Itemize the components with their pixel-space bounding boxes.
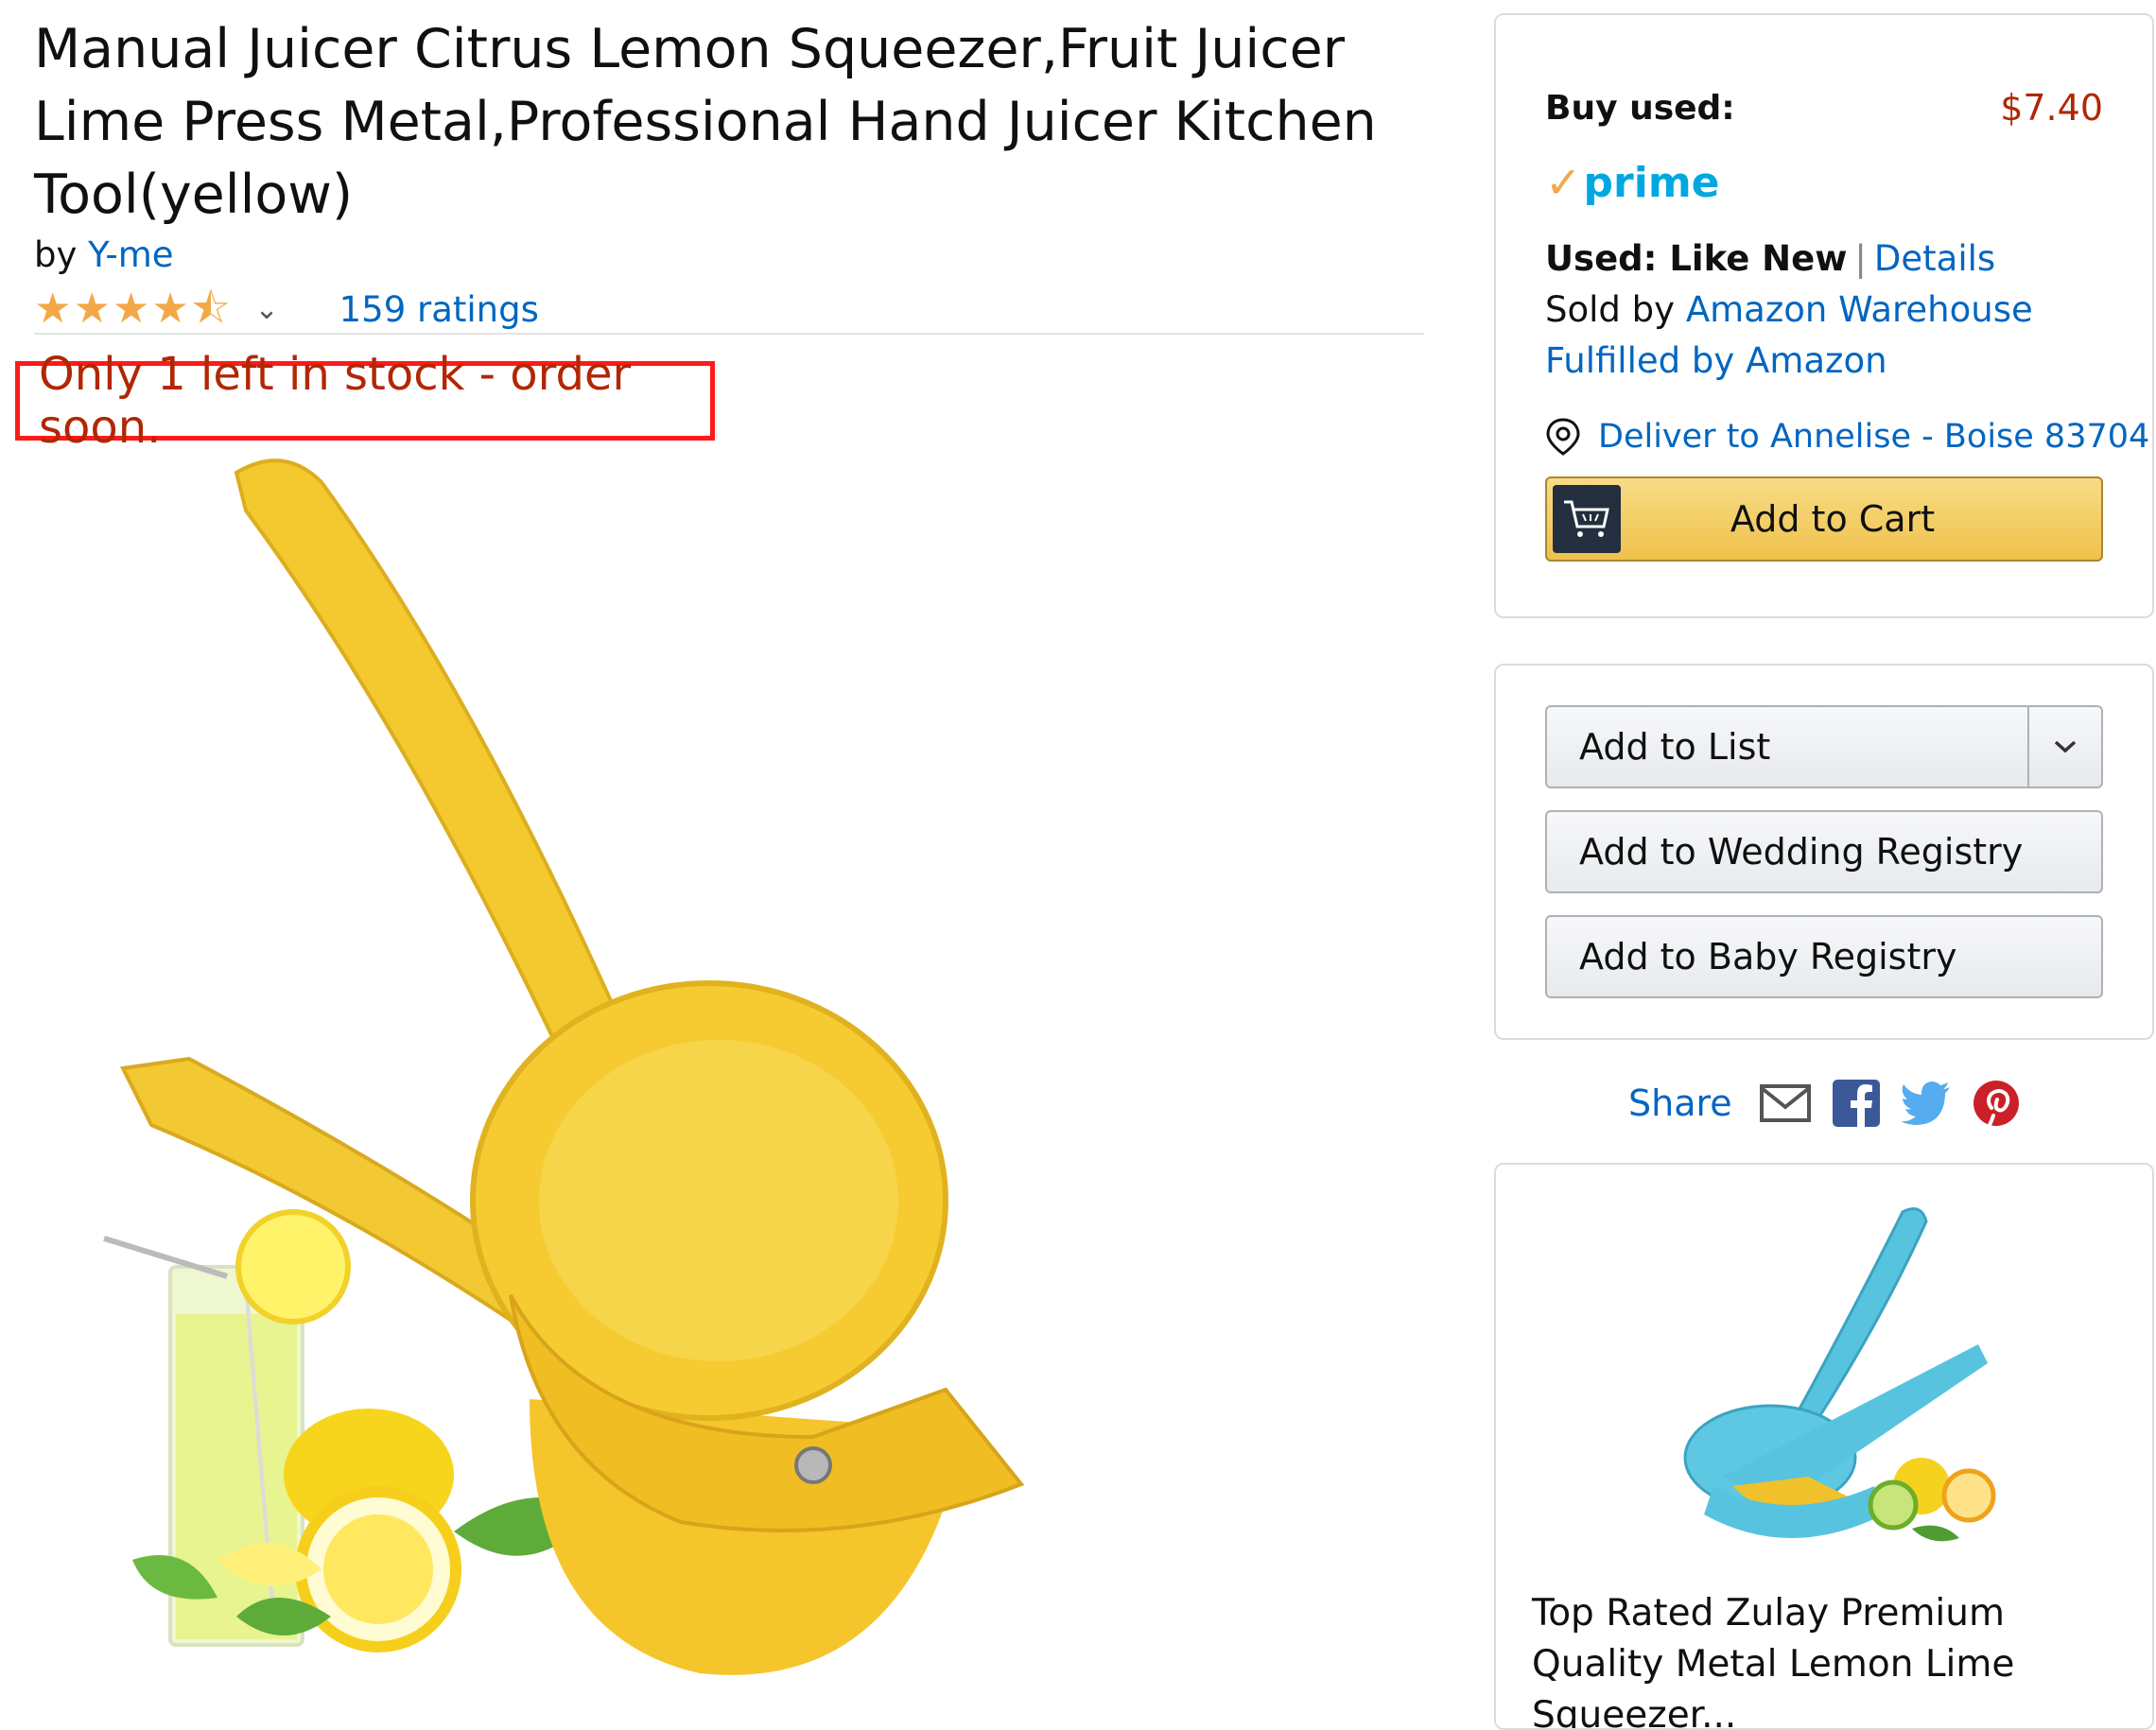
deliver-to-link[interactable]: Deliver to Annelise - Boise 83704	[1598, 418, 2149, 456]
details-link[interactable]: Details	[1874, 238, 1995, 279]
sold-by-row: Sold by Amazon Warehouse	[1545, 289, 2033, 330]
stock-highlight-box: Only 1 left in stock - order soon.	[15, 348, 715, 454]
fulfilled-row: Fulfilled by Amazon	[1545, 340, 1887, 381]
star-icon: ★	[112, 285, 150, 333]
byline: by Y-me	[34, 234, 174, 275]
deliver-to-row[interactable]: Deliver to Annelise - Boise 83704	[1545, 418, 2149, 456]
twitter-icon[interactable]	[1900, 1081, 1952, 1125]
add-to-list-button[interactable]: Add to List	[1545, 705, 2103, 788]
email-icon[interactable]	[1759, 1082, 1812, 1124]
product-title: Manual Juicer Citrus Lemon Squeezer,Frui…	[34, 18, 1377, 226]
price: $7.40	[2000, 87, 2103, 129]
star-icon: ★	[73, 285, 111, 333]
seller-link[interactable]: Amazon Warehouse	[1686, 289, 2033, 330]
stock-message: Only 1 left in stock - order soon.	[39, 348, 632, 454]
product-image[interactable]	[95, 444, 1267, 1692]
fulfilled-by-link[interactable]: Fulfilled by Amazon	[1545, 340, 1887, 381]
add-to-list-dropdown[interactable]	[2027, 707, 2101, 787]
wedding-registry-label: Add to Wedding Registry	[1579, 831, 2024, 873]
pinterest-icon[interactable]	[1973, 1080, 2020, 1127]
brand-link[interactable]: Y-me	[88, 234, 173, 275]
prime-badge: ✓ prime	[1545, 157, 1720, 208]
add-to-baby-registry-button[interactable]: Add to Baby Registry	[1545, 915, 2103, 998]
star-icon: ★	[34, 285, 72, 333]
ratings-count-link[interactable]: 159 ratings	[339, 289, 539, 330]
prime-label: prime	[1583, 158, 1720, 207]
hinge-pin	[794, 1446, 832, 1484]
condition-row: Used: Like New | Details	[1545, 238, 1995, 279]
sold-by-prefix: Sold by	[1545, 289, 1676, 330]
facebook-icon[interactable]	[1832, 1080, 1880, 1127]
checkmark-icon: ✓	[1545, 157, 1582, 208]
share-row: Share	[1628, 1080, 2020, 1127]
half-star-icon: ⯪	[190, 285, 231, 333]
chevron-down-icon	[2054, 740, 2077, 753]
buy-used-label: Buy used:	[1545, 88, 1735, 128]
rating-row: ★ ★ ★ ★ ⯪ ⌄ 159 ratings	[34, 282, 539, 337]
location-pin-icon	[1546, 418, 1580, 456]
lemon-slice	[235, 1209, 351, 1324]
share-label: Share	[1628, 1082, 1732, 1124]
byline-prefix: by	[34, 234, 78, 275]
recommendation-title[interactable]: Top Rated Zulay Premium Quality Metal Le…	[1532, 1588, 2128, 1728]
recommendation-card[interactable]: Top Rated Zulay Premium Quality Metal Le…	[1494, 1163, 2154, 1730]
star-icon: ★	[151, 285, 189, 333]
recommendation-image[interactable]	[1638, 1202, 2016, 1581]
buy-box: Buy used: $7.40 ✓ prime Used: Like New | D…	[1494, 13, 2154, 618]
condition-label: Used: Like New	[1545, 238, 1848, 279]
baby-registry-label: Add to Baby Registry	[1579, 936, 1957, 977]
add-to-wedding-registry-button[interactable]: Add to Wedding Registry	[1545, 810, 2103, 893]
add-to-cart-label: Add to Cart	[1730, 498, 1936, 540]
divider	[34, 333, 1424, 335]
lists-box: Add to List Add to Wedding Registry Add …	[1494, 664, 2154, 1040]
add-to-cart-button[interactable]: Add to Cart	[1545, 476, 2103, 562]
juicer-upper-handle	[234, 458, 627, 1071]
star-rating[interactable]: ★ ★ ★ ★ ⯪	[34, 288, 230, 330]
chevron-down-icon[interactable]: ⌄	[254, 293, 278, 326]
separator: |	[1854, 238, 1867, 279]
buy-used-row: Buy used: $7.40	[1545, 87, 2103, 129]
cart-icon	[1553, 485, 1621, 553]
add-to-list-label: Add to List	[1579, 726, 1771, 768]
